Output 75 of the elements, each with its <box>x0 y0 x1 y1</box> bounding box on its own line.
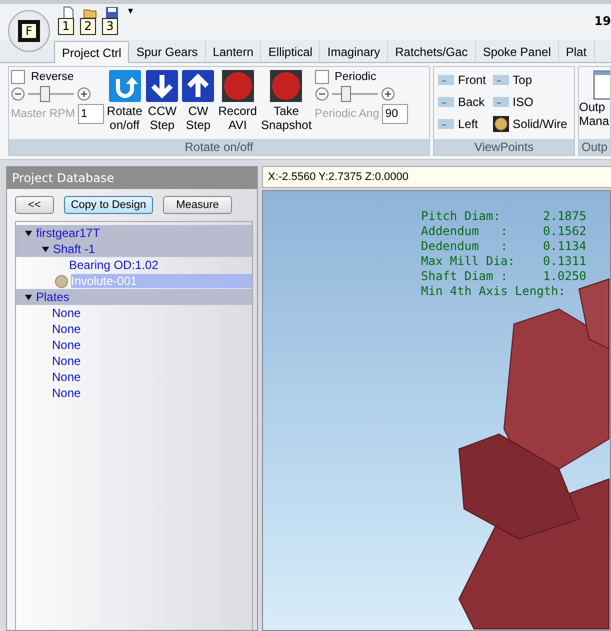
checkbox[interactable] <box>314 70 329 84</box>
tree-item[interactable]: None <box>52 370 81 384</box>
checkbox-label: Periodic <box>334 71 376 83</box>
ribbon-tab[interactable]: Project Ctrl <box>54 41 130 63</box>
coordinates-bar: X:-2.5560 Y:2.7375 Z:0.0000 <box>262 166 611 188</box>
circle-icon <box>55 274 68 288</box>
new-document-icon[interactable] <box>61 6 75 20</box>
record-icon <box>270 70 302 102</box>
keytip-badge: F <box>18 20 40 42</box>
checkbox-label: Reverse <box>31 71 74 83</box>
window-title: 19 <box>594 13 611 28</box>
ribbon-button[interactable]: Record AVI <box>217 70 258 132</box>
panel-button[interactable]: Measure <box>163 196 232 214</box>
checkbox[interactable] <box>11 70 25 84</box>
gear-icon <box>492 116 509 132</box>
ribbon-button[interactable]: Rotate on/off <box>106 70 144 132</box>
info-value: 0.1134 <box>543 239 586 254</box>
info-value: 0.1311 <box>543 254 586 269</box>
tree-item[interactable]: None <box>52 354 81 368</box>
keytip-badge: 1 <box>58 18 74 35</box>
ribbon-tab[interactable]: Elliptical <box>261 41 320 62</box>
info-label: Min 4th Axis Length: <box>421 284 566 299</box>
ribbon-tab[interactable]: Spoke Panel <box>476 41 559 62</box>
info-label: Addendum : <box>421 224 509 239</box>
info-label: Pitch Diam: <box>421 209 502 224</box>
3d-viewport[interactable]: Pitch Diam: 2.1875 Addendum : 0.1562 Dedendum : 0.1134 Max Mill Dia: 0.1311 Shaft Diam : 1.0250 Min 4th Axis Length: <box>262 190 611 631</box>
panel-button[interactable]: << <box>15 196 54 214</box>
collapse-triangle-icon[interactable] <box>24 228 33 238</box>
collapse-triangle-icon[interactable] <box>41 244 50 254</box>
ribbon-button[interactable]: Outp Mana <box>579 67 610 139</box>
view-button[interactable]: Top <box>492 71 570 89</box>
ribbon-tab[interactable]: Spur Gears <box>129 41 206 62</box>
group-label: Outp <box>579 139 610 155</box>
save-icon[interactable] <box>105 6 119 20</box>
customize-menu-button[interactable]: ▾ <box>128 6 134 17</box>
keytip-badge: 2 <box>80 18 96 35</box>
tree-item[interactable]: Shaft -1 <box>53 242 96 256</box>
record-icon <box>222 70 254 102</box>
group-label: ViewPoints <box>434 139 574 155</box>
ribbon-button[interactable]: CW Step <box>181 70 216 132</box>
info-label: Max Mill Dia: <box>421 254 516 269</box>
slider-label: Periodic Ang <box>314 108 380 120</box>
view-button[interactable]: Front <box>438 71 489 89</box>
view-button[interactable]: Left <box>438 115 489 133</box>
tree-item[interactable]: Plates <box>36 290 70 304</box>
view-button[interactable]: Solid/Wire <box>492 115 570 133</box>
view-button[interactable]: ISO <box>492 93 570 111</box>
info-label: Shaft Diam : <box>421 269 509 284</box>
info-value: 1.0250 <box>543 269 586 284</box>
ribbon-tab[interactable]: Plat <box>558 41 595 62</box>
ribbon-tab[interactable]: Ratchets/Gac <box>388 41 476 62</box>
info-value: 2.1875 <box>543 209 586 224</box>
tree-item[interactable]: None <box>52 386 81 400</box>
plus-icon[interactable] <box>77 87 91 101</box>
slider-label: Master RPM <box>11 108 75 120</box>
ribbon-button[interactable]: Take Snapshot <box>260 70 313 132</box>
minus-icon[interactable] <box>314 87 329 101</box>
tree-item[interactable]: None <box>52 322 81 336</box>
view-button[interactable]: Back <box>438 93 489 111</box>
info-label: Dedendum : <box>421 239 509 254</box>
tree-item[interactable]: Bearing OD:1.02 <box>69 258 158 272</box>
panel-button[interactable]: Copy to Design <box>64 196 154 214</box>
tree-item[interactable]: None <box>52 338 81 352</box>
info-value: 0.1562 <box>543 224 586 239</box>
panel-title: Project Database <box>7 167 257 189</box>
keytip-badge: 3 <box>102 18 118 35</box>
ribbon-button[interactable]: CCW Step <box>145 70 180 132</box>
group-label: Rotate on/off <box>9 139 429 155</box>
ribbon-tab[interactable]: Imaginary <box>320 41 388 62</box>
tree-item[interactable]: None <box>52 306 81 320</box>
collapse-triangle-icon[interactable] <box>24 292 33 302</box>
ribbon-tab[interactable]: Lantern <box>206 41 262 62</box>
plus-icon[interactable] <box>380 87 395 101</box>
minus-icon[interactable] <box>11 87 25 101</box>
application-button[interactable]: F <box>8 10 50 52</box>
